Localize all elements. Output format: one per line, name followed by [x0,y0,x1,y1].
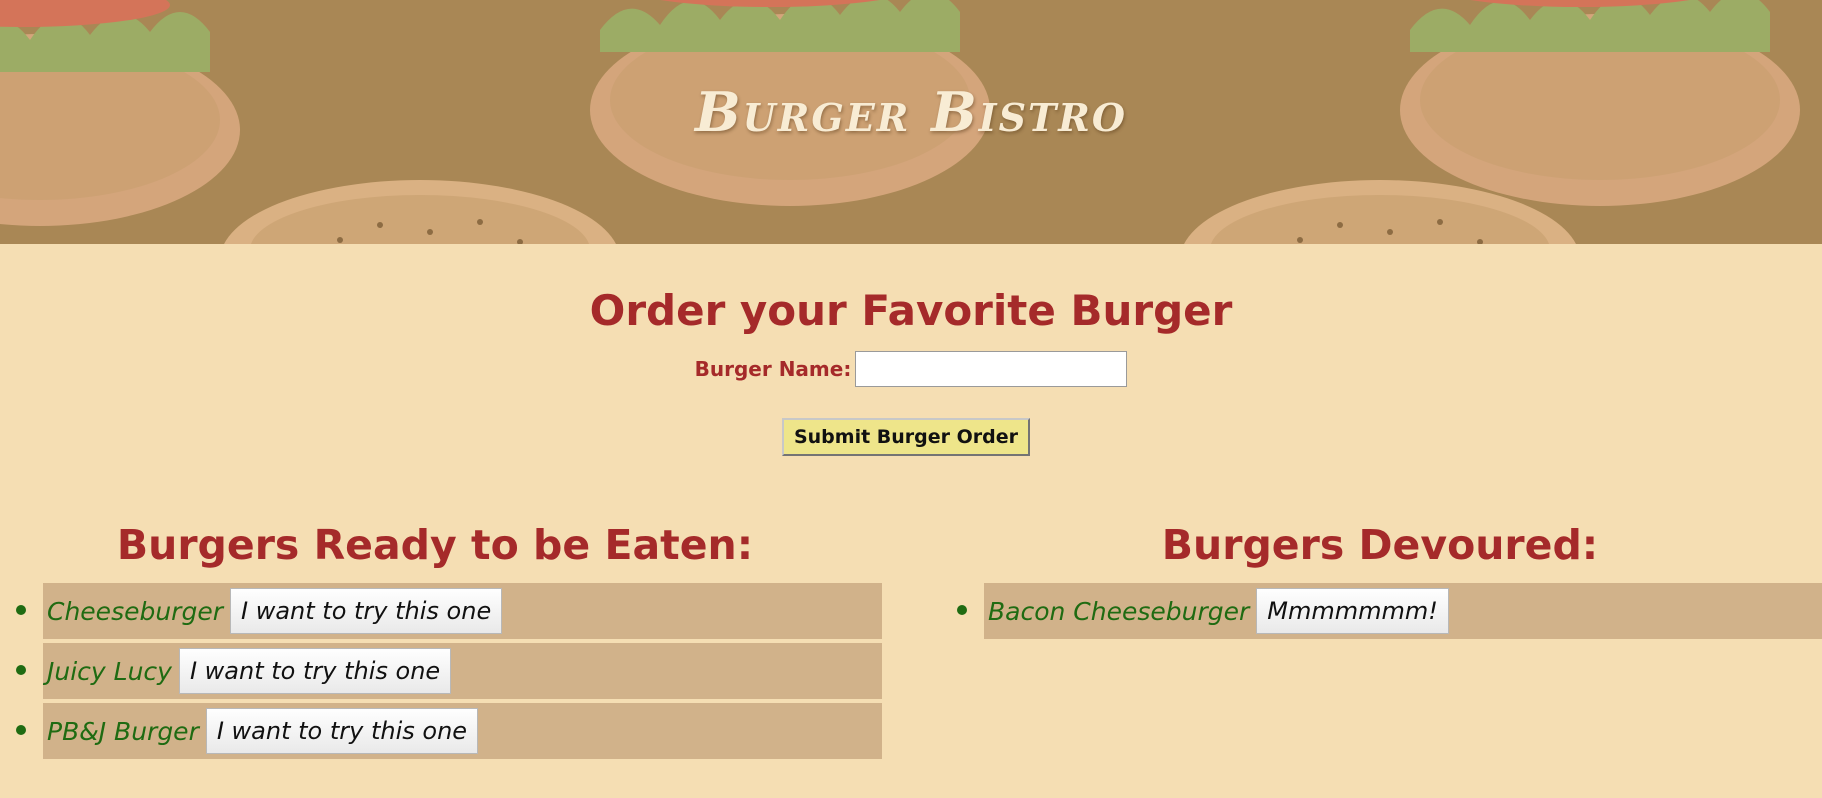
bullet-icon [957,605,967,615]
burger-name-input[interactable] [855,351,1128,387]
ready-heading: Burgers Ready to be Eaten: [116,521,754,569]
list-item: PB&J Burger I want to try this one [16,703,882,759]
list-item: Cheeseburger I want to try this one [16,583,882,639]
burger-name: Cheeseburger [47,596,223,626]
list-item: Juicy Lucy I want to try this one [16,643,882,699]
devoured-burger-list: Bacon Cheeseburger Mmmmmmm! [957,583,1822,643]
devoured-burger-button[interactable]: Mmmmmmm! [1256,588,1449,634]
bullet-icon [16,605,26,615]
list-item: Bacon Cheeseburger Mmmmmmm! [957,583,1822,639]
header-banner: Burger Bistro [0,0,1822,244]
burger-name: Bacon Cheeseburger [988,596,1250,626]
site-title: Burger Bistro [695,80,1127,144]
try-burger-button[interactable]: I want to try this one [230,588,503,634]
try-burger-button[interactable]: I want to try this one [178,648,452,694]
devoured-heading: Burgers Devoured: [1161,521,1599,569]
burger-name: Juicy Lucy [47,656,172,686]
ready-burger-list: Cheeseburger I want to try this one Juic… [16,583,882,763]
try-burger-button[interactable]: I want to try this one [205,708,479,754]
bullet-icon [16,725,26,735]
burger-name-label: Burger Name: [694,357,852,381]
bullet-icon [16,665,26,675]
burger-name-row: Burger Name: [0,349,1822,389]
submit-burger-order-button[interactable]: Submit Burger Order [782,418,1030,456]
order-heading: Order your Favorite Burger [589,286,1233,335]
burger-name: PB&J Burger [47,716,199,746]
